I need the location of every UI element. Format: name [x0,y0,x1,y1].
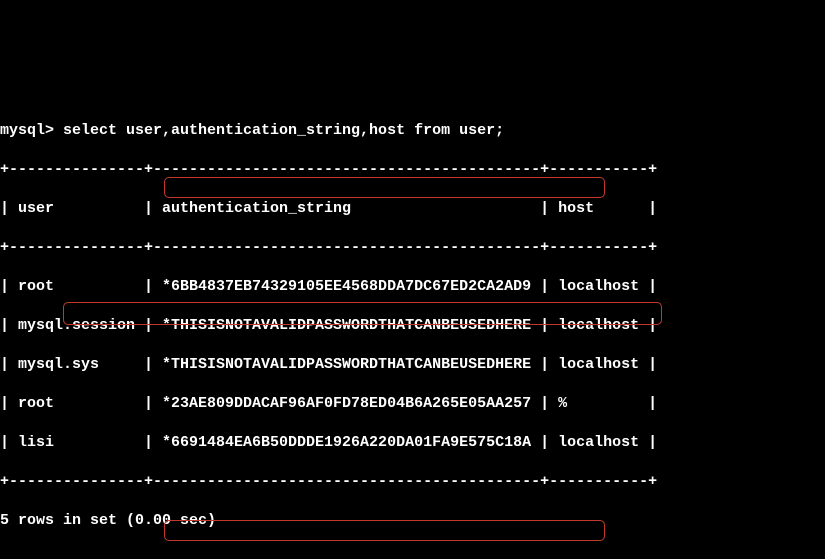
table-row: | root | *6BB4837EB74329105EE4568DDA7DC6… [0,277,825,297]
table-sep: +---------------+-----------------------… [0,238,825,258]
table-row: | lisi | *6691484EA6B50DDDE1926A220DA01F… [0,433,825,453]
table-header: | user | authentication_string | host | [0,199,825,219]
blank-line [0,550,825,559]
query1-line: mysql> select user,authentication_string… [0,121,825,141]
table-sep: +---------------+-----------------------… [0,160,825,180]
table-row: | root | *23AE809DDACAF96AF0FD78ED04B6A2… [0,394,825,414]
terminal: mysql> select user,authentication_string… [0,98,825,559]
table-sep: +---------------+-----------------------… [0,472,825,492]
rows-msg: 5 rows in set (0.00 sec) [0,511,825,531]
table-row: | mysql.session | *THISISNOTAVALIDPASSWO… [0,316,825,336]
table-row: | mysql.sys | *THISISNOTAVALIDPASSWORDTH… [0,355,825,375]
